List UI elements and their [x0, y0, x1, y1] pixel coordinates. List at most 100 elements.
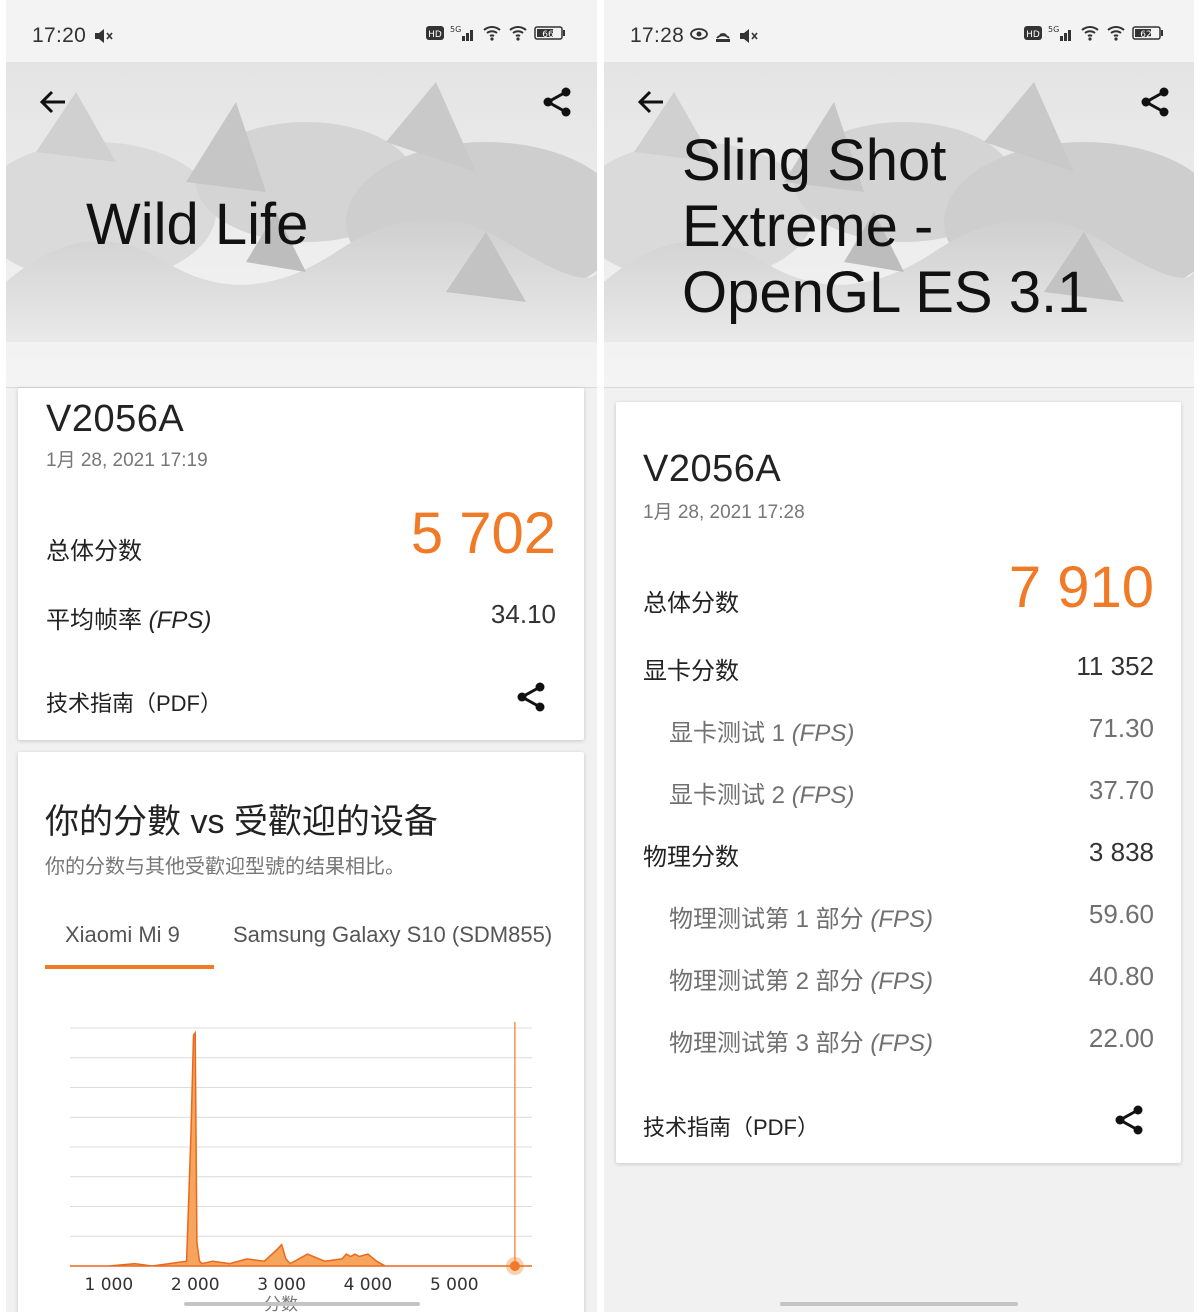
svg-text:HD: HD	[1026, 30, 1040, 40]
graphics-test-2-value: 37.70	[1088, 775, 1154, 805]
x-tick-label: 4 000	[344, 1275, 393, 1295]
tech-guide-link[interactable]: 技术指南（PDF）	[643, 1110, 819, 1142]
device-name: V2056A	[46, 398, 185, 440]
chart-gridlines	[70, 1027, 532, 1267]
guide-share-icon[interactable]	[1112, 1103, 1146, 1142]
x-axis-ticks: 1 000 2 000 3 000 4 000 5 000	[85, 1275, 479, 1295]
fps-unit: (FPS)	[791, 782, 855, 809]
x-tick-label: 3 000	[257, 1275, 306, 1295]
device-name: V2056A	[643, 448, 782, 490]
left-screen: 17:20 HD 5G 66 Wild Life V2056A 1月 28, 2…	[6, 0, 597, 1312]
x-tick-label: 1 000	[85, 1275, 134, 1295]
graphics-test-1-text: 显卡测试 1	[669, 720, 792, 747]
comparison-title: 你的分數 vs 受歡迎的设备	[45, 803, 438, 841]
x-tick-label: 5 000	[430, 1275, 479, 1295]
arrow-left-icon	[635, 86, 667, 123]
back-button[interactable]	[626, 82, 676, 126]
back-button[interactable]	[28, 82, 78, 126]
svg-text:HD: HD	[428, 30, 442, 40]
status-bar: 17:28 HD 5G 62	[604, 0, 1194, 62]
fps-unit: (FPS)	[870, 906, 934, 933]
share-button[interactable]	[532, 82, 582, 126]
volume-muted-icon	[738, 26, 758, 51]
status-time: 17:20	[32, 24, 87, 47]
physics-test-2-value: 40.80	[1088, 961, 1154, 991]
hd-icon: HD	[426, 24, 444, 42]
avg-fps-label-text: 平均帧率	[46, 607, 149, 634]
graphics-test-2-text: 显卡测试 2	[669, 782, 792, 809]
x-tick-label: 2 000	[171, 1275, 220, 1295]
fps-unit: (FPS)	[791, 720, 855, 747]
physics-score-value: 3 838	[1088, 837, 1154, 867]
eye-icon	[690, 27, 708, 46]
svg-text:62: 62	[1140, 30, 1151, 40]
test-title: Sling Shot Extreme - OpenGL ES 3.1	[682, 128, 1089, 326]
guide-share-icon[interactable]	[514, 680, 548, 719]
result-card: V2056A 1月 28, 2021 17:19 总体分数 5 702 平均帧率…	[18, 388, 584, 740]
test-hero-banner: Wild Life	[6, 62, 597, 388]
status-time: 17:28	[630, 24, 685, 47]
status-bar: 17:20 HD 5G 66	[6, 0, 597, 62]
home-indicator	[184, 1302, 420, 1306]
physics-test-3-value: 22.00	[1088, 1023, 1154, 1053]
signal-5g-icon: 5G	[1048, 24, 1074, 42]
graphics-test-1-value: 71.30	[1088, 713, 1154, 743]
right-screen: 17:28 HD 5G 62 Sling Shot Extreme - Open…	[604, 0, 1194, 1312]
total-score-label: 总体分数	[643, 590, 739, 617]
battery-icon: 66	[534, 24, 566, 42]
total-score-value: 7 910	[1008, 555, 1154, 620]
physics-test-1-text: 物理测试第 1 部分	[669, 906, 871, 933]
graphics-test-2-label: 显卡测试 2 (FPS)	[669, 775, 854, 810]
nfc-icon	[714, 26, 732, 49]
graphics-score-label: 显卡分数	[643, 658, 739, 685]
fps-unit: (FPS)	[148, 607, 212, 634]
total-score-label: 总体分数	[46, 538, 142, 565]
test-hero-banner: Sling Shot Extreme - OpenGL ES 3.1	[604, 62, 1194, 388]
status-icons: HD 5G 62	[1024, 24, 1164, 42]
wifi-hotspot-icon	[1080, 24, 1100, 42]
svg-text:5G: 5G	[450, 25, 461, 34]
your-score-dot	[509, 1261, 520, 1271]
fps-unit: (FPS)	[870, 968, 934, 995]
svg-text:66: 66	[542, 30, 554, 40]
score-distribution-chart: 1 000 2 000 3 000 4 000 5 000 分数	[70, 1022, 532, 1312]
tab-samsung-galaxy-s10[interactable]: Samsung Galaxy S10 (SDM855)	[233, 922, 559, 948]
share-icon	[540, 85, 574, 124]
active-tab-indicator	[45, 965, 214, 969]
share-icon	[1138, 85, 1172, 124]
result-date: 1月 28, 2021 17:19	[46, 450, 208, 471]
arrow-left-icon	[37, 86, 69, 123]
svg-text:5G: 5G	[1048, 25, 1059, 34]
comparison-subtitle: 你的分数与其他受歡迎型號的结果相比。	[45, 856, 405, 878]
wifi-icon	[508, 24, 528, 42]
avg-fps-value: 34.10	[490, 599, 556, 629]
physics-test-3-label: 物理测试第 3 部分 (FPS)	[669, 1023, 933, 1058]
signal-5g-icon: 5G	[450, 24, 476, 42]
avg-fps-label: 平均帧率 (FPS)	[46, 600, 211, 635]
test-title-line-1: Sling Shot	[682, 128, 947, 193]
physics-test-1-label: 物理测试第 1 部分 (FPS)	[669, 899, 933, 934]
tab-xiaomi-mi-9[interactable]: Xiaomi Mi 9	[65, 922, 180, 948]
result-card: V2056A 1月 28, 2021 17:28 总体分数 7 910 显卡分数…	[616, 402, 1181, 1163]
graphics-score-value: 11 352	[1076, 651, 1154, 681]
physics-test-3-text: 物理测试第 3 部分	[669, 1030, 871, 1057]
test-title-line-3: OpenGL ES 3.1	[682, 260, 1090, 325]
physics-score-label: 物理分数	[643, 844, 739, 871]
physics-test-2-label: 物理测试第 2 部分 (FPS)	[669, 961, 933, 996]
graphics-test-1-label: 显卡测试 1 (FPS)	[669, 713, 854, 748]
test-title: Wild Life	[86, 192, 309, 257]
status-icons: HD 5G 66	[426, 24, 566, 42]
share-button[interactable]	[1130, 82, 1180, 126]
total-score-value: 5 702	[410, 501, 556, 566]
physics-test-2-text: 物理测试第 2 部分	[669, 968, 871, 995]
battery-icon: 62	[1132, 24, 1164, 42]
hd-icon: HD	[1024, 24, 1042, 42]
wifi-hotspot-icon	[482, 24, 502, 42]
volume-muted-icon	[93, 26, 113, 51]
comparison-card: 你的分數 vs 受歡迎的设备 你的分数与其他受歡迎型號的结果相比。 Xiaomi…	[18, 752, 584, 1312]
physics-test-1-value: 59.60	[1088, 899, 1154, 929]
home-indicator	[780, 1302, 1018, 1306]
distribution-area	[70, 1030, 532, 1267]
result-date: 1月 28, 2021 17:28	[643, 502, 805, 523]
tech-guide-link[interactable]: 技术指南（PDF）	[46, 686, 222, 718]
